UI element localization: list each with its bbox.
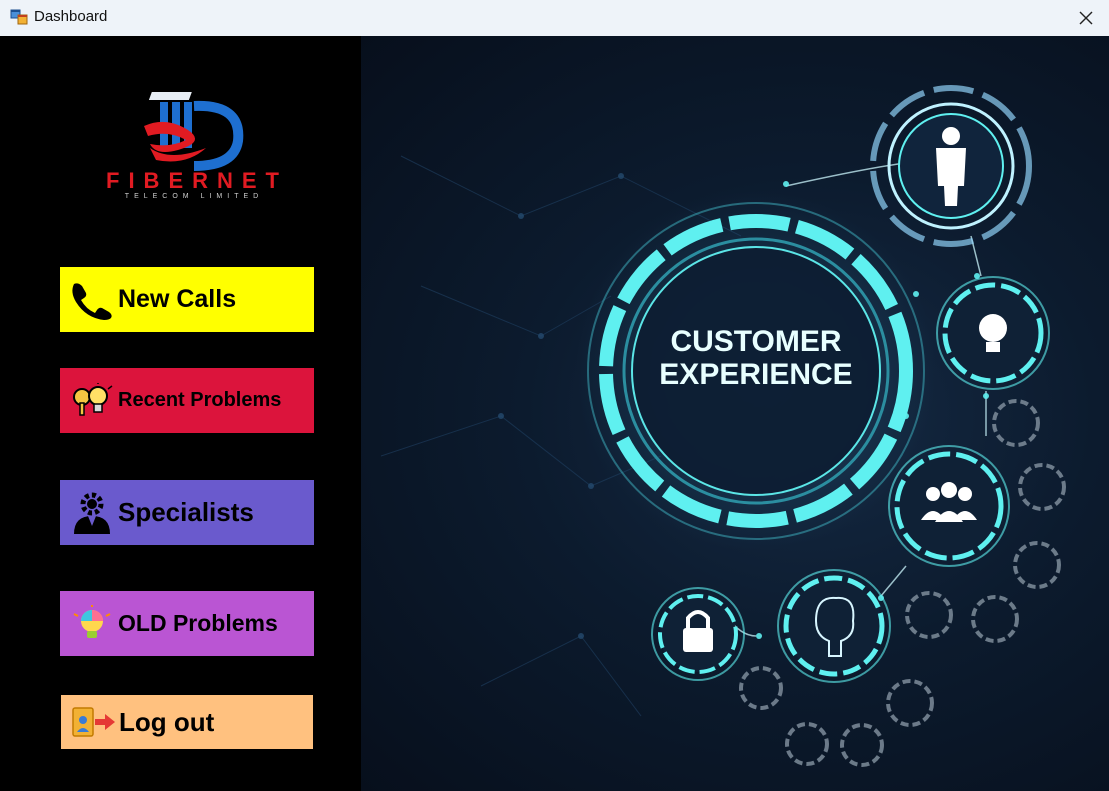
specialists-label: Specialists	[118, 497, 254, 527]
window-titlebar: Dashboard	[0, 0, 1109, 36]
chip-node-icon	[886, 679, 934, 727]
code-node-icon	[739, 666, 783, 710]
recent-problems-label: Recent Problems	[118, 389, 282, 411]
customer-experience-banner: CUSTOMER EXPERIENCE	[361, 36, 1109, 791]
logo-brand-text: FIBERNET	[106, 168, 288, 193]
forms-window-icon	[10, 8, 28, 26]
search-node-icon	[992, 399, 1040, 447]
target-node-icon	[905, 591, 953, 639]
old-problems-button[interactable]: OLD Problems	[60, 591, 314, 656]
team-node-icon	[888, 445, 1010, 567]
logo-tagline: TELECOM LIMITED	[124, 193, 264, 200]
brain-node-icon	[777, 569, 891, 683]
close-icon	[1079, 11, 1093, 25]
hero-line2: EXPERIENCE	[659, 358, 852, 391]
phone-icon	[66, 278, 118, 322]
fibernet-logo-mark	[144, 92, 244, 171]
specialists-button[interactable]: Specialists	[60, 480, 314, 545]
sidebar: FIBERNET TELECOM LIMITED New Calls Recen…	[0, 36, 361, 791]
old-problems-label: OLD Problems	[118, 610, 278, 636]
person-node-icon	[870, 85, 1032, 247]
chart-node-icon	[971, 595, 1019, 643]
lock-node-icon	[651, 587, 745, 681]
company-logo: FIBERNET TELECOM LIMITED	[66, 86, 326, 206]
recent-problems-button[interactable]: Recent Problems	[60, 368, 314, 433]
brain-small-node-icon	[840, 723, 884, 767]
idea-bulb-icon	[66, 602, 118, 646]
window-title: Dashboard	[34, 8, 108, 25]
keys-bulb-icon	[66, 379, 118, 423]
close-button[interactable]	[1063, 0, 1109, 36]
logout-label: Log out	[119, 706, 215, 737]
gears-node-icon	[1013, 541, 1061, 589]
hero-line1: CUSTOMER	[670, 325, 841, 358]
new-calls-button[interactable]: New Calls	[60, 267, 314, 332]
new-calls-label: New Calls	[118, 285, 237, 313]
logout-button[interactable]: Log out	[61, 695, 313, 749]
bulb-node-icon	[936, 276, 1050, 390]
cloud-node-icon	[785, 722, 829, 766]
logout-icon	[67, 700, 119, 744]
specialist-gear-icon	[66, 491, 118, 535]
customer-experience-graphic: CUSTOMER EXPERIENCE	[380, 85, 1066, 767]
board-node-icon	[1018, 463, 1066, 511]
